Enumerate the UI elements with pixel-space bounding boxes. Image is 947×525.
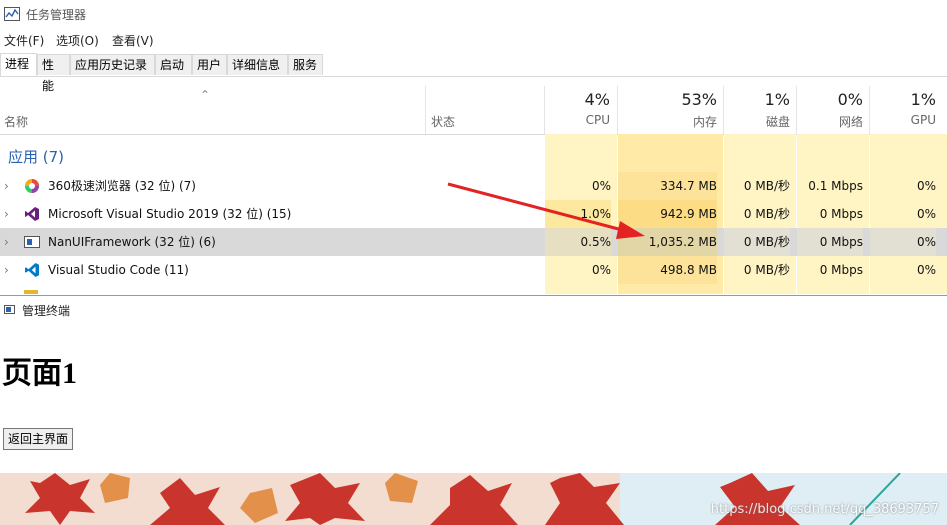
network-value: 0.1 Mbps (808, 179, 863, 193)
menu-file[interactable]: 文件(F) (4, 32, 44, 49)
tab-bar: 进程 性能 应用历史记录 启动 用户 详细信息 服务 (0, 52, 947, 93)
disk-value: 0 MB/秒 (724, 228, 790, 256)
gpu-value: 0% (916, 179, 936, 193)
disk-value: 0 MB/秒 (743, 263, 790, 277)
column-header: ⌃ 名称 状态 4% CPU 53% 内存 1% 磁盘 0% 网络 1% GPU (0, 86, 947, 135)
process-name: NanUIFramework (32 位) (6) (48, 235, 216, 249)
column-gpu[interactable]: GPU (873, 113, 936, 127)
menu-options[interactable]: 选项(O) (56, 32, 99, 49)
tab-users[interactable]: 用户 (192, 54, 227, 75)
memory-value: 498.8 MB (618, 256, 717, 284)
disk-value: 0 MB/秒 (743, 179, 790, 193)
vscode-icon (24, 262, 40, 278)
chevron-right-icon[interactable]: › (4, 200, 9, 228)
gpu-value: 0% (870, 228, 936, 256)
column-name[interactable]: 名称 (4, 113, 28, 130)
tab-performance[interactable]: 性能 (37, 54, 70, 93)
task-manager-icon (4, 7, 20, 21)
window-app-icon (4, 305, 15, 314)
lower-window-title: 管理终端 (22, 304, 71, 318)
management-terminal-window: 管理终端 页面1 返回主界面 https://blog.csdn.net/qq_… (0, 295, 947, 525)
visual-studio-icon (24, 206, 40, 222)
process-row-partial[interactable] (0, 284, 947, 294)
column-network[interactable]: 网络 (800, 113, 863, 130)
gpu-value: 0% (916, 263, 936, 277)
network-value: 0 Mbps (819, 263, 863, 277)
network-total: 0% (837, 90, 863, 109)
watermark-text: https://blog.csdn.net/qq_38693757 (710, 502, 939, 517)
tab-details[interactable]: 详细信息 (227, 54, 288, 75)
network-value: 0 Mbps (819, 207, 863, 221)
column-disk[interactable]: 磁盘 (727, 113, 790, 130)
back-to-main-button[interactable]: 返回主界面 (3, 428, 74, 450)
process-row[interactable]: › Visual Studio Code (11) 0% 498.8 MB 0 … (0, 256, 947, 284)
chevron-right-icon[interactable]: › (4, 256, 9, 284)
cpu-total: 4% (584, 90, 610, 109)
maple-leaves-banner-image: https://blog.csdn.net/qq_38693757 (0, 473, 947, 525)
memory-total: 53% (681, 90, 717, 109)
browser-360-icon (24, 178, 40, 194)
tab-startup[interactable]: 启动 (155, 54, 192, 75)
gpu-total: 1% (910, 90, 936, 109)
tab-services[interactable]: 服务 (288, 54, 323, 75)
menu-bar: 文件(F) 选项(O) 查看(V) (0, 30, 947, 50)
column-cpu[interactable]: CPU (548, 113, 610, 127)
title-bar: 任务管理器 (0, 0, 947, 28)
chevron-right-icon[interactable]: › (4, 172, 9, 200)
page-heading: 页面1 (2, 357, 77, 390)
cpu-value: 0% (591, 263, 611, 277)
chevron-right-icon[interactable]: › (4, 228, 9, 256)
tab-app-history[interactable]: 应用历史记录 (70, 54, 155, 75)
menu-view[interactable]: 查看(V) (112, 32, 154, 49)
disk-value: 0 MB/秒 (743, 207, 790, 221)
annotation-arrow (447, 182, 645, 239)
column-status[interactable]: 状态 (431, 113, 455, 130)
window-app-icon (24, 234, 40, 250)
folder-icon (24, 290, 38, 294)
network-value: 0 Mbps (797, 228, 863, 256)
group-apps-label[interactable]: 应用 (7) (8, 146, 64, 167)
window-title: 任务管理器 (26, 8, 87, 22)
process-name: Visual Studio Code (11) (48, 263, 189, 277)
process-name: Microsoft Visual Studio 2019 (32 位) (15) (48, 207, 292, 221)
disk-total: 1% (764, 90, 790, 109)
column-memory[interactable]: 内存 (621, 113, 717, 130)
process-name: 360极速浏览器 (32 位) (7) (48, 179, 196, 193)
tab-processes[interactable]: 进程 (0, 53, 37, 76)
gpu-value: 0% (916, 207, 936, 221)
sort-chevron-up-icon: ⌃ (200, 88, 211, 102)
